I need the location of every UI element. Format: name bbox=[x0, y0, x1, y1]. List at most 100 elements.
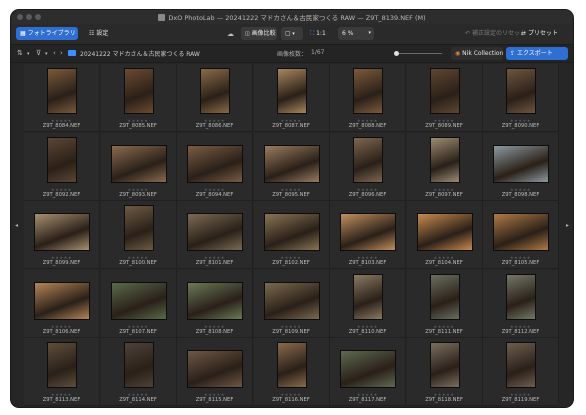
thumbnail-filename: Z9T_8096.NEF bbox=[348, 191, 387, 198]
thumbnail-cell[interactable]: ★★★★★ Z9T_8084.NEF bbox=[24, 64, 100, 132]
ratio-button[interactable]: ⛶ 1:1 bbox=[306, 27, 334, 40]
nik-collection-button[interactable]: ◉ Nik Collection bbox=[451, 47, 503, 60]
thumbnail-image[interactable] bbox=[123, 205, 154, 251]
thumbnail-cell[interactable]: ★★★★★ Z9T_8086.NEF bbox=[177, 64, 253, 132]
thumbnail-image[interactable] bbox=[276, 342, 307, 388]
thumbnail-cell[interactable]: ★★★★★ Z9T_8113.NEF bbox=[24, 338, 100, 406]
thumbnail-image[interactable] bbox=[429, 342, 460, 388]
thumbnail-image[interactable] bbox=[110, 281, 167, 320]
thumbnail-filename: Z9T_8092.NEF bbox=[42, 191, 81, 198]
thumbnail-image[interactable] bbox=[187, 213, 243, 251]
thumbnail-cell[interactable]: ★★★★★ Z9T_8103.NEF bbox=[330, 201, 406, 269]
thumbnail-cell[interactable]: ★★★★★ Z9T_8105.NEF bbox=[483, 201, 559, 269]
sort-icon[interactable]: ⇅ bbox=[17, 48, 23, 58]
thumbnail-cell[interactable]: ★★★★★ Z9T_8107.NEF bbox=[100, 269, 177, 338]
thumbnail-image[interactable] bbox=[506, 342, 536, 388]
thumbnail-cell[interactable]: ★★★★★ Z9T_8088.NEF bbox=[330, 64, 406, 132]
thumbnail-cell[interactable]: ★★★★★ Z9T_8100.NEF bbox=[100, 201, 177, 269]
thumbnail-cell[interactable]: ★★★★★ Z9T_8110.NEF bbox=[330, 269, 406, 338]
thumbnail-image[interactable] bbox=[353, 68, 383, 114]
thumbnail-cell[interactable]: ★★★★★ Z9T_8112.NEF bbox=[483, 269, 559, 338]
thumbnail-image[interactable] bbox=[110, 144, 167, 183]
layout-dropdown[interactable]: ▢ ▾ bbox=[281, 27, 303, 40]
thumbnail-cell[interactable]: ★★★★★ Z9T_8095.NEF bbox=[253, 132, 330, 201]
scroll-right-icon[interactable]: ▸ bbox=[566, 222, 569, 229]
thumbnail-cell[interactable]: ★★★★★ Z9T_8090.NEF bbox=[483, 64, 559, 132]
thumbnail-image[interactable] bbox=[47, 68, 77, 114]
thumbnail-cell[interactable]: ★★★★★ Z9T_8114.NEF bbox=[100, 338, 177, 406]
thumbnail-cell[interactable]: ★★★★★ Z9T_8118.NEF bbox=[406, 338, 483, 406]
thumbnail-image[interactable] bbox=[187, 144, 243, 183]
thumbnail-image[interactable] bbox=[263, 281, 320, 320]
compare-button[interactable]: ◫ 画像比較 bbox=[241, 27, 277, 40]
thumbnail-cell[interactable]: ★★★★★ Z9T_8106.NEF bbox=[24, 269, 100, 338]
export-button[interactable]: ⇪ エクスポート bbox=[506, 47, 568, 60]
thumbnail-cell[interactable]: ★★★★★ Z9T_8109.NEF bbox=[253, 269, 330, 338]
reset-corrections-button[interactable]: ↶ 補正設定のリセット bbox=[461, 27, 526, 40]
preset-button[interactable]: ⇄ プリセット bbox=[517, 27, 567, 40]
thumbnail-image[interactable] bbox=[263, 144, 320, 183]
thumbnail-cell[interactable]: ★★★★★ Z9T_8108.NEF bbox=[177, 269, 253, 338]
chevron-down-icon[interactable]: ▾ bbox=[27, 49, 30, 59]
thumbnail-cell[interactable]: ★★★★★ Z9T_8087.NEF bbox=[253, 64, 330, 132]
thumbnail-image[interactable] bbox=[493, 144, 549, 183]
thumbnail-image[interactable] bbox=[429, 273, 460, 320]
cloud-icon[interactable]: ☁ bbox=[227, 29, 234, 39]
scroll-left-icon[interactable]: ◂ bbox=[15, 222, 18, 229]
thumbnail-image[interactable] bbox=[47, 136, 77, 183]
thumbnail-image[interactable] bbox=[353, 273, 383, 320]
thumbnail-cell[interactable]: ★★★★★ Z9T_8111.NEF bbox=[406, 269, 483, 338]
thumbnail-image[interactable] bbox=[506, 273, 536, 320]
thumbnail-image[interactable] bbox=[200, 68, 230, 114]
zoom-select[interactable]: 6 % ▾ bbox=[338, 27, 374, 40]
thumbnail-image[interactable] bbox=[187, 281, 243, 320]
thumbnail-cell[interactable]: ★★★★★ Z9T_8117.NEF bbox=[330, 338, 406, 406]
thumbnail-cell[interactable]: ★★★★★ Z9T_8102.NEF bbox=[253, 201, 330, 269]
thumbnail-image[interactable] bbox=[123, 68, 154, 114]
thumbnail-image[interactable] bbox=[340, 350, 396, 388]
thumbnail-image[interactable] bbox=[493, 213, 549, 251]
thumbnail-size-slider[interactable] bbox=[394, 51, 442, 56]
thumbnail-filename: Z9T_8107.NEF bbox=[119, 328, 157, 335]
thumbnail-cell[interactable]: ★★★★★ Z9T_8093.NEF bbox=[100, 132, 177, 201]
folder-path[interactable]: 20241222 マドカさん＆古民家つくる RAW bbox=[80, 49, 200, 58]
chevron-right-icon[interactable]: › bbox=[60, 48, 63, 58]
thumbnail-filename: Z9T_8102.NEF bbox=[272, 260, 310, 266]
thumbnail-image[interactable] bbox=[340, 213, 396, 251]
filter-icon[interactable]: ⊽ bbox=[36, 48, 41, 58]
thumbnail-image[interactable] bbox=[353, 136, 383, 183]
thumbnail-image[interactable] bbox=[506, 68, 536, 114]
thumbnail-cell[interactable]: ★★★★★ Z9T_8094.NEF bbox=[177, 132, 253, 201]
thumbnail-cell[interactable]: ★★★★★ Z9T_8085.NEF bbox=[100, 64, 177, 132]
thumbnail-image[interactable] bbox=[47, 342, 77, 388]
thumbnail-image[interactable] bbox=[429, 136, 460, 183]
thumbnail-image[interactable] bbox=[123, 342, 154, 388]
thumbnail-cell[interactable]: ★★★★★ Z9T_8097.NEF bbox=[406, 132, 483, 201]
tab-photo-library[interactable]: ▦ フォトライブラリ bbox=[16, 27, 78, 40]
thumbnail-image[interactable] bbox=[187, 350, 243, 388]
thumbnail-cell[interactable]: ★★★★★ Z9T_8119.NEF bbox=[483, 338, 559, 406]
thumbnail-image[interactable] bbox=[416, 213, 473, 251]
thumbnail-cell[interactable]: ★★★★★ Z9T_8099.NEF bbox=[24, 201, 100, 269]
thumbnail-cell[interactable]: ★★★★★ Z9T_8092.NEF bbox=[24, 132, 100, 201]
thumbnail-cell[interactable]: ★★★★★ Z9T_8115.NEF bbox=[177, 338, 253, 406]
thumbnail-cell[interactable]: ★★★★★ Z9T_8101.NEF bbox=[177, 201, 253, 269]
thumbnail-image[interactable] bbox=[429, 68, 460, 114]
chevron-down-icon[interactable]: ▾ bbox=[45, 49, 48, 59]
thumbnail-filename: Z9T_8095.NEF bbox=[272, 191, 310, 198]
thumbnail-filename: Z9T_8119.NEF bbox=[501, 397, 540, 403]
thumbnail-cell[interactable]: ★★★★★ Z9T_8116.NEF bbox=[253, 338, 330, 406]
thumbnail-cell[interactable]: ★★★★★ Z9T_8098.NEF bbox=[483, 132, 559, 201]
chevron-left-icon[interactable]: ‹ bbox=[53, 48, 56, 58]
thumbnail-cell[interactable]: ★★★★★ Z9T_8089.NEF bbox=[406, 64, 483, 132]
thumbnail-image[interactable] bbox=[263, 213, 320, 251]
tab-edit-label: 設定 bbox=[96, 30, 109, 37]
thumbnail-image[interactable] bbox=[34, 281, 90, 320]
window-title-text: DxO PhotoLab — 20241222 マドカさん＆古民家つくる RAW… bbox=[168, 14, 426, 22]
tab-edit[interactable]: ☷ 設定 bbox=[85, 27, 125, 40]
thumbnail-image[interactable] bbox=[34, 213, 90, 251]
slider-handle[interactable] bbox=[394, 51, 399, 56]
thumbnail-cell[interactable]: ★★★★★ Z9T_8104.NEF bbox=[406, 201, 483, 269]
thumbnail-cell[interactable]: ★★★★★ Z9T_8096.NEF bbox=[330, 132, 406, 201]
thumbnail-image[interactable] bbox=[276, 68, 307, 114]
